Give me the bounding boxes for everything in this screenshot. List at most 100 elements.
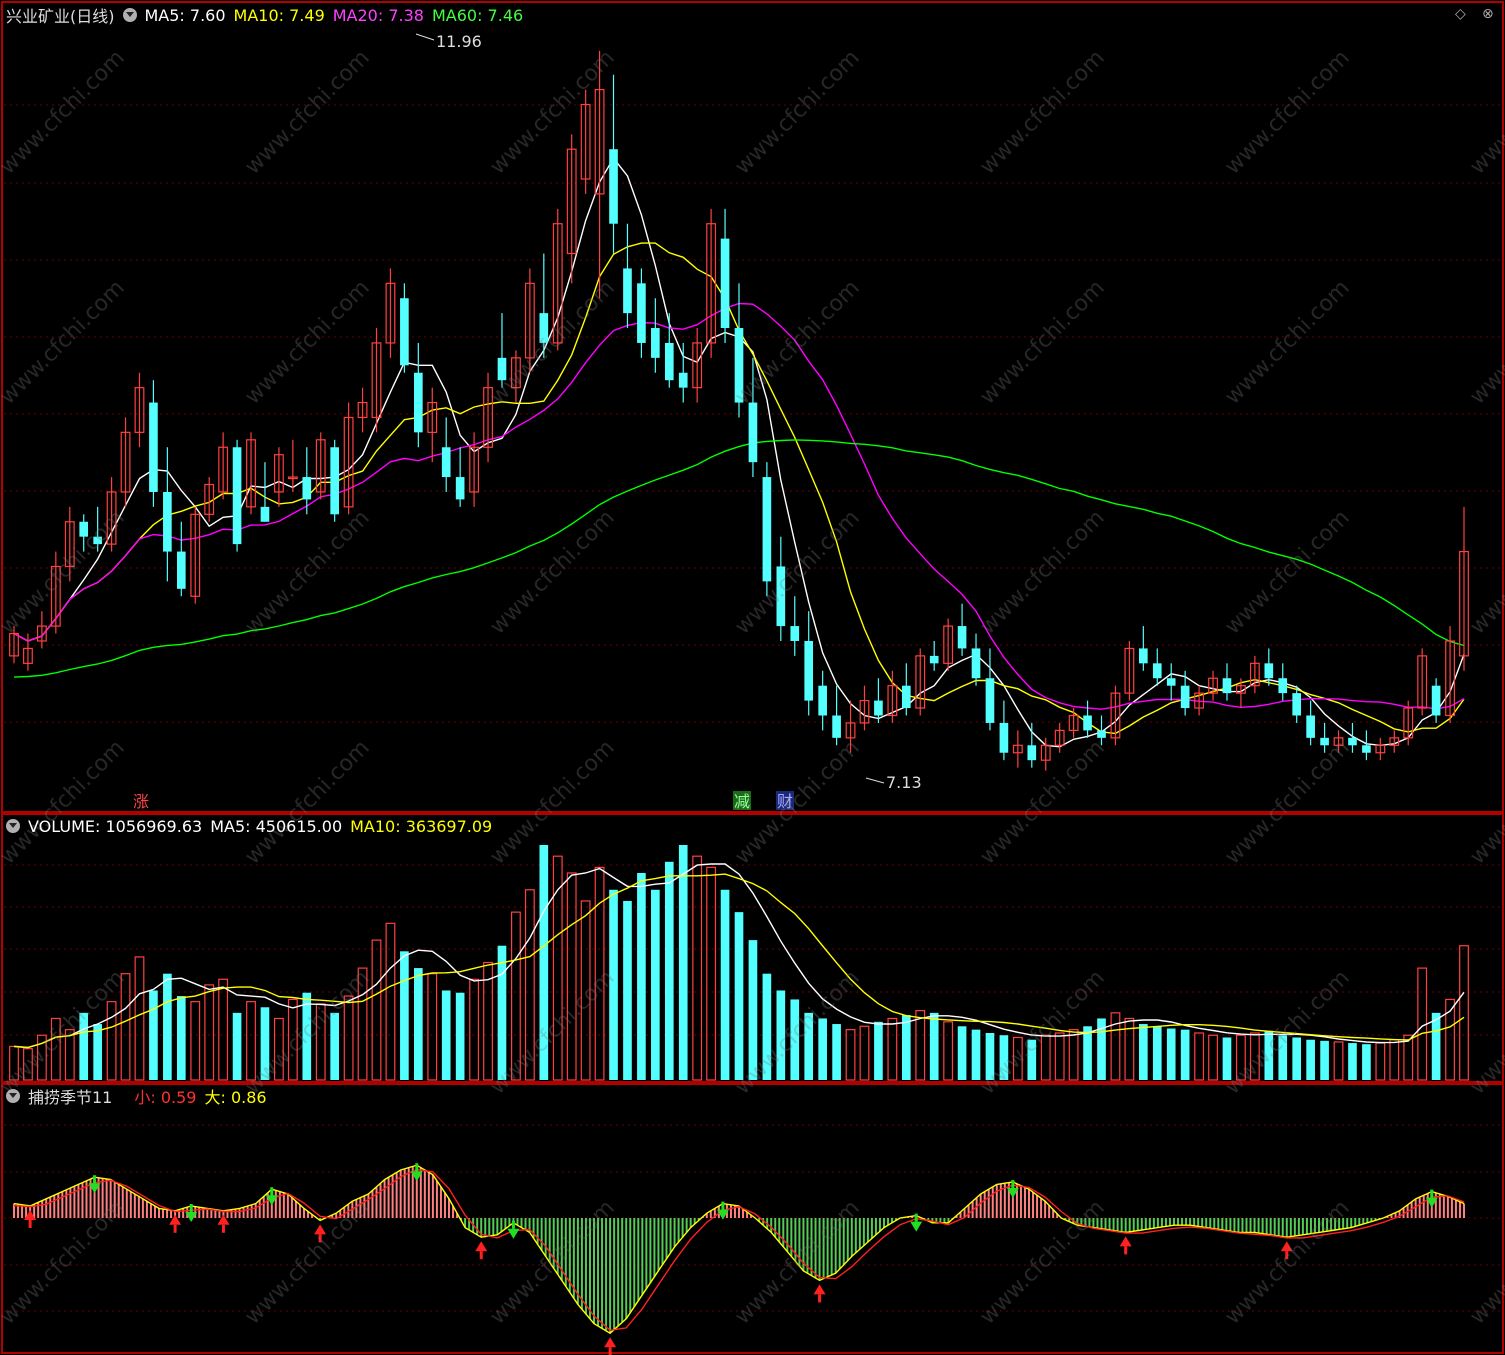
sell-arrow-icon bbox=[910, 1221, 923, 1232]
volume-bar bbox=[734, 912, 744, 1080]
volume-bar bbox=[232, 1012, 242, 1080]
candle-body bbox=[999, 722, 1009, 753]
volume-bar bbox=[678, 845, 688, 1080]
volume-bar bbox=[790, 999, 800, 1080]
volume-bar bbox=[1292, 1037, 1302, 1080]
volume-bar bbox=[1431, 1012, 1441, 1080]
volume-bar bbox=[845, 1029, 856, 1081]
volume-bar bbox=[273, 1017, 284, 1081]
ma10-label: MA10: 7.49 bbox=[233, 5, 325, 25]
oscillator-slow-line bbox=[13, 1168, 1465, 1332]
volume-bar bbox=[524, 889, 535, 1081]
volume-bar bbox=[664, 861, 674, 1080]
volume-header: VOLUME: 1056969.63 MA5: 450615.00 MA10: … bbox=[6, 815, 492, 837]
volume-bar bbox=[1180, 1029, 1190, 1080]
candle-body bbox=[1152, 663, 1162, 679]
candle-body bbox=[163, 491, 172, 552]
indicator-header: 捕捞季节11 小: 0.59 大: 0.86 bbox=[6, 1085, 267, 1107]
volume-bar bbox=[748, 940, 758, 1080]
candle-body bbox=[804, 640, 814, 701]
volume-bar bbox=[1236, 1034, 1246, 1081]
volume-bar bbox=[623, 900, 632, 1080]
dropdown-icon[interactable] bbox=[6, 1089, 20, 1103]
candle-body bbox=[901, 685, 911, 709]
volume-bar bbox=[818, 1018, 827, 1080]
candles bbox=[9, 50, 1469, 771]
volume-bar bbox=[1012, 1036, 1023, 1081]
volume-bar bbox=[1249, 1032, 1260, 1081]
candle-body bbox=[678, 372, 688, 388]
candle-body bbox=[664, 342, 674, 381]
diamond-icon[interactable]: ◇ bbox=[1455, 6, 1466, 22]
volume-bar bbox=[246, 1001, 256, 1081]
volume-bar bbox=[176, 996, 186, 1080]
volume-bar bbox=[497, 945, 507, 1080]
event-cai-label: 财 bbox=[777, 792, 793, 811]
price-header: 兴业矿业(日线) MA5: 7.60 MA10: 7.49 MA20: 7.38… bbox=[6, 4, 523, 27]
volume-bar bbox=[692, 855, 703, 1081]
volume-bar bbox=[915, 1010, 926, 1081]
volume-bar bbox=[204, 984, 215, 1081]
volume-bar bbox=[1348, 1043, 1357, 1080]
volume-bars bbox=[9, 845, 1469, 1081]
volume-bar bbox=[357, 967, 368, 1081]
volume-bar bbox=[1208, 1034, 1218, 1081]
big-label: 大: 0.86 bbox=[204, 1088, 267, 1107]
volume-bar bbox=[302, 992, 312, 1080]
candle-body bbox=[874, 700, 883, 716]
volume-bar bbox=[1027, 1039, 1037, 1080]
volume-bar bbox=[9, 1045, 19, 1081]
volume-bar bbox=[1166, 1028, 1176, 1080]
volume-bar bbox=[637, 872, 646, 1080]
volume-bar bbox=[190, 1001, 201, 1081]
close-icon[interactable]: ⊗ bbox=[1482, 6, 1494, 22]
oscillator-fast-line bbox=[13, 1164, 1465, 1335]
volume-bar bbox=[1459, 945, 1469, 1081]
candle-body bbox=[1180, 685, 1190, 709]
oscillator-lines bbox=[13, 1164, 1465, 1335]
volume-bar bbox=[400, 951, 409, 1080]
chart-canvas[interactable]: 11.96 7.13 涨 减 财 bbox=[0, 0, 1505, 1355]
volume-bar bbox=[120, 973, 131, 1081]
candle-body bbox=[734, 328, 744, 403]
volume-bar bbox=[134, 956, 145, 1081]
buy-arrow-icon bbox=[475, 1241, 488, 1252]
candle-body bbox=[414, 372, 423, 433]
ma60-line bbox=[13, 439, 1465, 678]
candle-body bbox=[985, 678, 995, 723]
candle-body bbox=[149, 402, 158, 492]
dropdown-icon[interactable] bbox=[122, 8, 137, 22]
ma5-line bbox=[13, 156, 1465, 748]
volume-bar bbox=[441, 990, 451, 1080]
buy-arrow-icon bbox=[813, 1284, 826, 1295]
ma5-label: MA5: 7.60 bbox=[144, 5, 226, 25]
candle-body bbox=[957, 626, 967, 649]
candle-body bbox=[1320, 737, 1329, 746]
dropdown-icon[interactable] bbox=[6, 819, 20, 833]
candle-body bbox=[79, 521, 89, 537]
volume-bar bbox=[971, 1029, 981, 1080]
volume-bar bbox=[1054, 1032, 1065, 1081]
candle-body bbox=[818, 685, 827, 716]
buy-arrow-icon bbox=[604, 1337, 617, 1348]
oscillator-bars bbox=[13, 1165, 1465, 1334]
volume-bar bbox=[957, 1026, 967, 1080]
candle-body bbox=[93, 536, 102, 545]
candle-body bbox=[720, 238, 730, 329]
volume-bar bbox=[539, 845, 549, 1080]
vol-ma10-label: MA10: 363697.09 bbox=[350, 816, 493, 836]
ma-lines bbox=[13, 156, 1465, 748]
candle-body bbox=[1348, 737, 1357, 746]
volume-bar bbox=[901, 1015, 911, 1080]
volume-bar bbox=[1333, 1041, 1344, 1081]
volume-bar bbox=[414, 968, 423, 1080]
volume-bar bbox=[1152, 1026, 1162, 1080]
candle-body bbox=[330, 447, 339, 515]
chart-frame: 11.96 7.13 涨 减 财 www.cfchi.com www.cfchi.… bbox=[0, 0, 1505, 1355]
volume-bar bbox=[385, 922, 396, 1081]
volume-bar bbox=[1375, 1042, 1386, 1081]
signal-arrows bbox=[24, 1163, 1438, 1355]
candle-body bbox=[497, 357, 507, 381]
volume-bar bbox=[720, 889, 730, 1080]
volume-bar bbox=[1222, 1037, 1232, 1080]
